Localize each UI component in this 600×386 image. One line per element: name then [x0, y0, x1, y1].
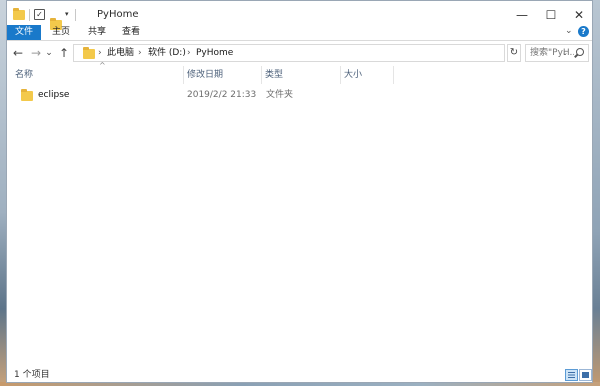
help-icon[interactable]: ?	[578, 26, 589, 37]
forward-arrow-icon[interactable]: →	[29, 43, 43, 63]
address-folder-icon	[83, 47, 95, 59]
item-count: 1 个项目	[14, 370, 50, 380]
tab-share[interactable]: 共享	[83, 25, 111, 40]
ribbon-collapse-icon[interactable]: ⌄	[565, 26, 573, 36]
search-icon[interactable]	[576, 48, 584, 56]
search-box[interactable]	[525, 44, 589, 62]
toolbar-divider	[29, 9, 30, 21]
breadcrumb-this-pc[interactable]: 此电脑	[107, 45, 134, 61]
column-header-size[interactable]: 大小	[344, 65, 394, 85]
column-divider[interactable]	[183, 66, 184, 84]
column-divider[interactable]	[393, 66, 394, 84]
file-modified: 2019/2/2 21:33	[187, 90, 257, 100]
up-arrow-icon[interactable]: ↑	[57, 43, 71, 63]
ribbon-tabs: 文件 主页 共享 查看 ⌄ ?	[7, 25, 592, 40]
tab-file[interactable]: 文件	[7, 25, 41, 40]
address-bar[interactable]: › 此电脑 › 软件 (D:) › PyHome ⌄	[73, 44, 568, 62]
breadcrumb-drive-d[interactable]: 软件 (D:)	[148, 45, 186, 61]
column-divider[interactable]	[261, 66, 262, 84]
properties-check-icon[interactable]: ✓	[34, 9, 45, 20]
column-header-modified[interactable]: 修改日期	[187, 65, 257, 85]
details-view-icon	[568, 372, 575, 378]
breadcrumb-pyhome[interactable]: PyHome	[196, 45, 233, 61]
folder-icon	[21, 89, 33, 101]
file-type: 文件夹	[266, 90, 294, 100]
quick-access-dropdown-icon[interactable]: ▾	[65, 7, 69, 21]
column-divider[interactable]	[340, 66, 341, 84]
window-title: PyHome	[97, 9, 139, 20]
details-view-button[interactable]	[565, 369, 578, 381]
back-arrow-icon[interactable]: ←	[11, 43, 25, 63]
large-icons-view-button[interactable]	[579, 369, 592, 381]
tab-home[interactable]: 主页	[47, 25, 75, 40]
search-input[interactable]	[530, 45, 574, 61]
explorer-window: ✓ ▾ PyHome — ☐ ✕ 文件 主页 共享 查看 ⌄ ? ← → ⌄ ↑…	[6, 0, 593, 383]
refresh-button[interactable]: ↻	[507, 44, 521, 62]
navigation-bar: ← → ⌄ ↑ › 此电脑 › 软件 (D:) › PyHome ⌄ ↻	[7, 43, 592, 63]
large-icons-view-icon	[582, 372, 589, 378]
status-bar: 1 个项目	[7, 368, 592, 383]
folder-icon[interactable]	[13, 8, 25, 20]
breadcrumb-separator[interactable]: ›	[187, 45, 191, 61]
ribbon-divider	[7, 40, 592, 41]
table-row[interactable]: eclipse 2019/2/2 21:33 文件夹	[17, 86, 397, 104]
file-name[interactable]: eclipse	[38, 86, 69, 104]
desktop-right-edge	[592, 0, 600, 386]
recent-locations-icon[interactable]: ⌄	[44, 43, 54, 63]
toolbar-divider	[75, 9, 76, 21]
breadcrumb-separator[interactable]: ›	[98, 45, 102, 61]
breadcrumb-separator[interactable]: ›	[138, 45, 142, 61]
tab-view[interactable]: 查看	[117, 25, 145, 40]
column-header-name[interactable]: 名称	[15, 65, 175, 85]
column-header-type[interactable]: 类型	[265, 65, 335, 85]
